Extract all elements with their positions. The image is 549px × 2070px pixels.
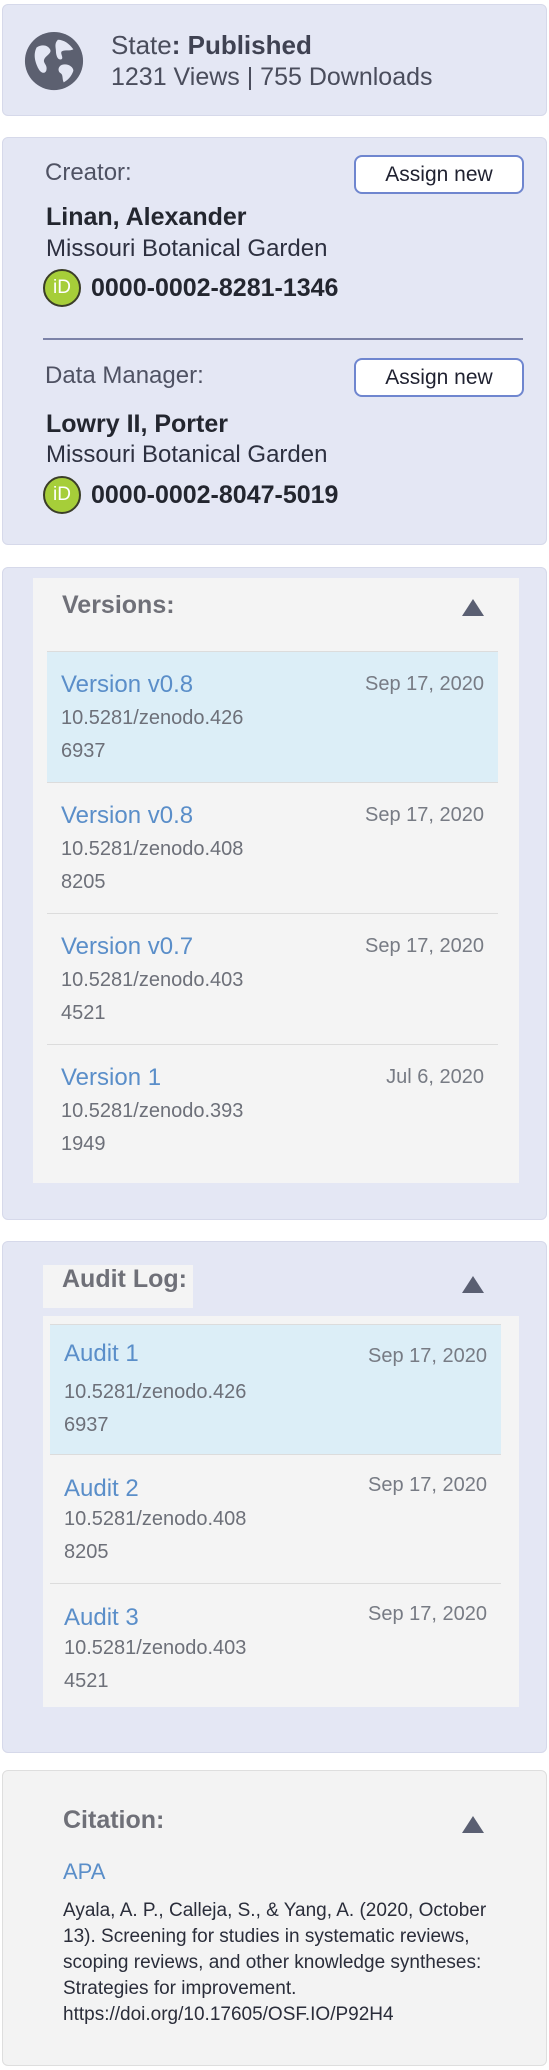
audit-doi: 10.5281/zenodo.426 6937 xyxy=(64,1381,247,1436)
orcid-icon: iD xyxy=(43,269,81,307)
state-value: : Published xyxy=(171,30,312,60)
collapse-citation-icon[interactable] xyxy=(462,1816,484,1833)
version-doi: 10.5281/zenodo.393 1949 xyxy=(61,1100,244,1155)
creator-org: Missouri Botanical Garden xyxy=(46,235,328,262)
version-date: Jul 6, 2020 xyxy=(386,1066,484,1088)
version-row[interactable]: Version 1 Jul 6, 2020 10.5281/zenodo.393… xyxy=(47,1044,498,1175)
version-link[interactable]: Version 1 xyxy=(61,1064,161,1092)
audit-link[interactable]: Audit 2 xyxy=(64,1475,139,1503)
citation-card: Citation: APA Ayala, A. P., Calleja, S.,… xyxy=(2,1770,547,2066)
version-date: Sep 17, 2020 xyxy=(365,673,484,695)
audit-log-card: Audit Log: Audit 1 Sep 17, 2020 10.5281/… xyxy=(2,1241,547,1753)
version-date: Sep 17, 2020 xyxy=(365,804,484,826)
audit-row[interactable]: Audit 2 Sep 17, 2020 10.5281/zenodo.408 8… xyxy=(50,1454,501,1583)
audit-doi: 10.5281/zenodo.403 4521 xyxy=(64,1637,247,1692)
version-doi: 10.5281/zenodo.426 6937 xyxy=(61,707,244,762)
data-manager-orcid-link[interactable]: 0000-0002-8047-5019 xyxy=(91,481,338,510)
creator-label: Creator: xyxy=(45,159,132,186)
citation-title: Citation: xyxy=(63,1806,165,1834)
orcid-icon: iD xyxy=(43,476,81,514)
assign-creator-button[interactable]: Assign new xyxy=(354,155,524,194)
versions-panel: Versions: Version v0.8 Sep 17, 2020 10.5… xyxy=(33,578,519,1183)
stats-line: 1231 Views | 755 Downloads xyxy=(111,63,433,91)
divider xyxy=(43,338,523,340)
version-row[interactable]: Version v0.7 Sep 17, 2020 10.5281/zenodo… xyxy=(47,913,498,1044)
versions-title: Versions: xyxy=(62,591,175,619)
audit-date: Sep 17, 2020 xyxy=(368,1345,487,1367)
audit-date: Sep 17, 2020 xyxy=(368,1474,487,1496)
audit-row[interactable]: Audit 3 Sep 17, 2020 10.5281/zenodo.403 4… xyxy=(50,1583,501,1707)
audit-row[interactable]: Audit 1 Sep 17, 2020 10.5281/zenodo.426 6… xyxy=(50,1324,501,1454)
data-manager-name: Lowry II, Porter xyxy=(46,410,228,438)
version-doi: 10.5281/zenodo.408 8205 xyxy=(61,838,244,893)
citation-style-link[interactable]: APA xyxy=(63,1859,105,1885)
people-card: Creator: Assign new Linan, Alexander Mis… xyxy=(2,137,547,545)
audit-date: Sep 17, 2020 xyxy=(368,1603,487,1625)
audit-link[interactable]: Audit 1 xyxy=(64,1340,139,1368)
data-manager-org: Missouri Botanical Garden xyxy=(46,441,328,468)
collapse-versions-icon[interactable] xyxy=(462,599,484,616)
version-row[interactable]: Version v0.8 Sep 17, 2020 10.5281/zenodo… xyxy=(47,782,498,913)
audit-log-title: Audit Log: xyxy=(62,1265,187,1293)
version-link[interactable]: Version v0.7 xyxy=(61,933,193,961)
audit-doi: 10.5281/zenodo.408 8205 xyxy=(64,1508,247,1563)
version-row[interactable]: Version v0.8 Sep 17, 2020 10.5281/zenodo… xyxy=(47,651,498,782)
creator-orcid-link[interactable]: 0000-0002-8281-1346 xyxy=(91,274,338,303)
version-link[interactable]: Version v0.8 xyxy=(61,802,193,830)
assign-data-manager-button[interactable]: Assign new xyxy=(354,358,524,397)
version-link[interactable]: Version v0.8 xyxy=(61,671,193,699)
versions-card: Versions: Version v0.8 Sep 17, 2020 10.5… xyxy=(2,567,547,1220)
data-manager-label: Data Manager: xyxy=(45,362,204,389)
audit-link[interactable]: Audit 3 xyxy=(64,1604,139,1632)
version-doi: 10.5281/zenodo.403 4521 xyxy=(61,969,244,1024)
collapse-audit-icon[interactable] xyxy=(462,1276,484,1293)
version-date: Sep 17, 2020 xyxy=(365,935,484,957)
citation-text: Ayala, A. P., Calleja, S., & Yang, A. (2… xyxy=(63,1900,487,2025)
state-line: State: Published xyxy=(111,30,312,60)
audit-log-panel: Audit 1 Sep 17, 2020 10.5281/zenodo.426 6… xyxy=(43,1316,519,1707)
state-card: State: Published 1231 Views | 755 Downlo… xyxy=(2,4,547,116)
globe-icon xyxy=(24,31,84,91)
creator-name: Linan, Alexander xyxy=(46,203,247,231)
